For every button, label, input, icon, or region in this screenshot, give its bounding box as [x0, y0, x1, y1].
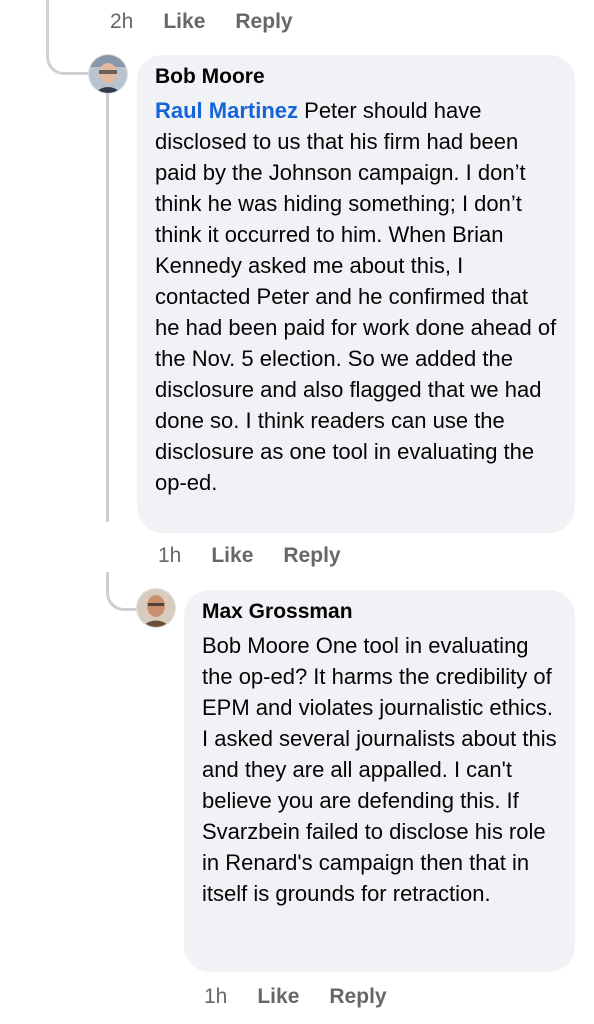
comment-text: Bob Moore One tool in evaluating the op-… [202, 633, 557, 906]
like-button[interactable]: Like [163, 10, 205, 34]
comment-bubble: Max Grossman Bob Moore One tool in evalu… [184, 590, 575, 972]
comment-actions: 1h Like Reply [204, 985, 387, 1009]
thread-line-top [46, 0, 49, 45]
thread-line-bob [106, 92, 109, 522]
avatar-bob-moore[interactable] [88, 54, 128, 94]
reply-button[interactable]: Reply [283, 544, 340, 568]
comment-bubble: Bob Moore Raul Martinez Peter should hav… [137, 55, 575, 533]
comment-author[interactable]: Max Grossman [202, 600, 557, 624]
thread-connector [46, 40, 89, 75]
reply-button[interactable]: Reply [235, 10, 292, 34]
comment-body: Peter should have disclosed to us that h… [155, 98, 557, 495]
like-button[interactable]: Like [257, 985, 299, 1009]
comment-actions: 1h Like Reply [158, 544, 341, 568]
comment-author[interactable]: Bob Moore [155, 65, 557, 89]
comment-actions-top: 2h Like Reply [110, 10, 293, 34]
timestamp: 2h [110, 10, 134, 33]
thread-connector-reply [106, 572, 137, 611]
timestamp: 1h [158, 544, 182, 567]
comment-text: Raul Martinez Peter should have disclose… [155, 95, 557, 498]
mention-link[interactable]: Raul Martinez [155, 98, 298, 123]
timestamp: 1h [204, 985, 228, 1008]
avatar-max-grossman[interactable] [136, 588, 176, 628]
like-button[interactable]: Like [211, 544, 253, 568]
reply-button[interactable]: Reply [329, 985, 386, 1009]
